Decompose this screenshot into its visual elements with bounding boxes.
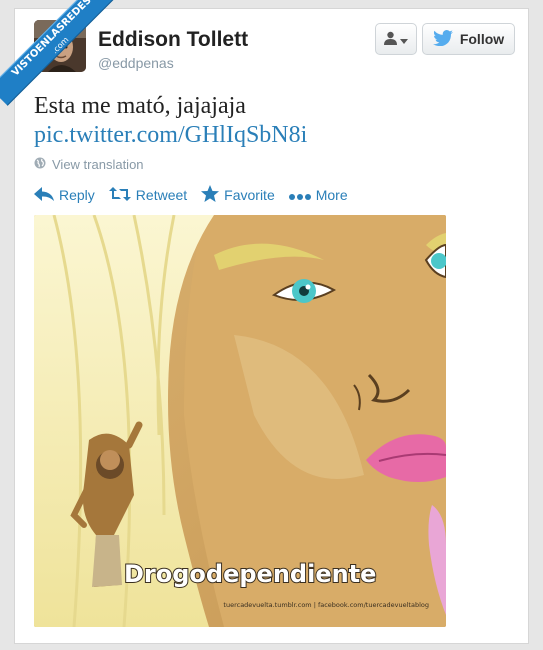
globe-icon xyxy=(34,157,46,172)
tweet-media-link[interactable]: pic.twitter.com/GHlIqSbN8i xyxy=(34,121,307,149)
more-label: More xyxy=(315,187,348,203)
user-display-name[interactable]: Eddison Tollett xyxy=(98,28,248,52)
user-icon xyxy=(384,31,397,48)
user-actions-button[interactable] xyxy=(375,23,417,55)
watermark-domain: .com xyxy=(50,35,71,56)
reply-label: Reply xyxy=(59,187,95,203)
retweet-icon xyxy=(108,186,131,204)
more-dots-icon xyxy=(288,187,311,203)
view-translation-label: View translation xyxy=(52,157,144,172)
favorite-label: Favorite xyxy=(224,187,275,203)
follow-label: Follow xyxy=(459,31,505,47)
user-handle[interactable]: @eddpenas xyxy=(98,55,174,71)
image-caption: Drogodependiente xyxy=(124,560,376,588)
tweet-text: Esta me mató, jajajaja xyxy=(34,93,246,119)
retweet-action[interactable]: Retweet xyxy=(108,185,188,205)
view-translation-link[interactable]: View translation xyxy=(34,157,144,172)
tweet-media-image[interactable]: Drogodependiente tuercadevuelta.tumblr.c… xyxy=(34,215,446,627)
caret-down-icon xyxy=(400,31,408,47)
reply-action[interactable]: Reply xyxy=(34,185,95,205)
follow-button[interactable]: Follow xyxy=(422,23,515,55)
tweet-actions: Reply Retweet Favorite More xyxy=(34,185,348,205)
favorite-action[interactable]: Favorite xyxy=(201,185,275,205)
watermark-ribbon: VISTOENLASREDES .com xyxy=(0,0,121,106)
twitter-bird-icon xyxy=(432,29,453,49)
star-icon xyxy=(201,185,220,205)
retweet-label: Retweet xyxy=(135,187,188,203)
image-credits: tuercadevuelta.tumblr.com | facebook.com… xyxy=(223,601,429,609)
reply-icon xyxy=(34,186,54,204)
more-action[interactable]: More xyxy=(288,185,348,205)
